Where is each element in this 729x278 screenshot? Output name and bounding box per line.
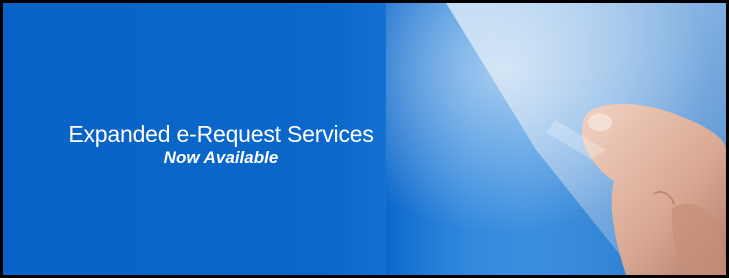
banner-headline: Expanded e-Request Services [68,121,374,147]
tablet-touch-image [386,3,726,275]
banner-subline: Now Available [163,148,279,167]
banner-text-block: Expanded e-Request Services Now Availabl… [11,121,431,168]
promo-banner[interactable]: Expanded e-Request Services Now Availabl… [0,0,729,278]
